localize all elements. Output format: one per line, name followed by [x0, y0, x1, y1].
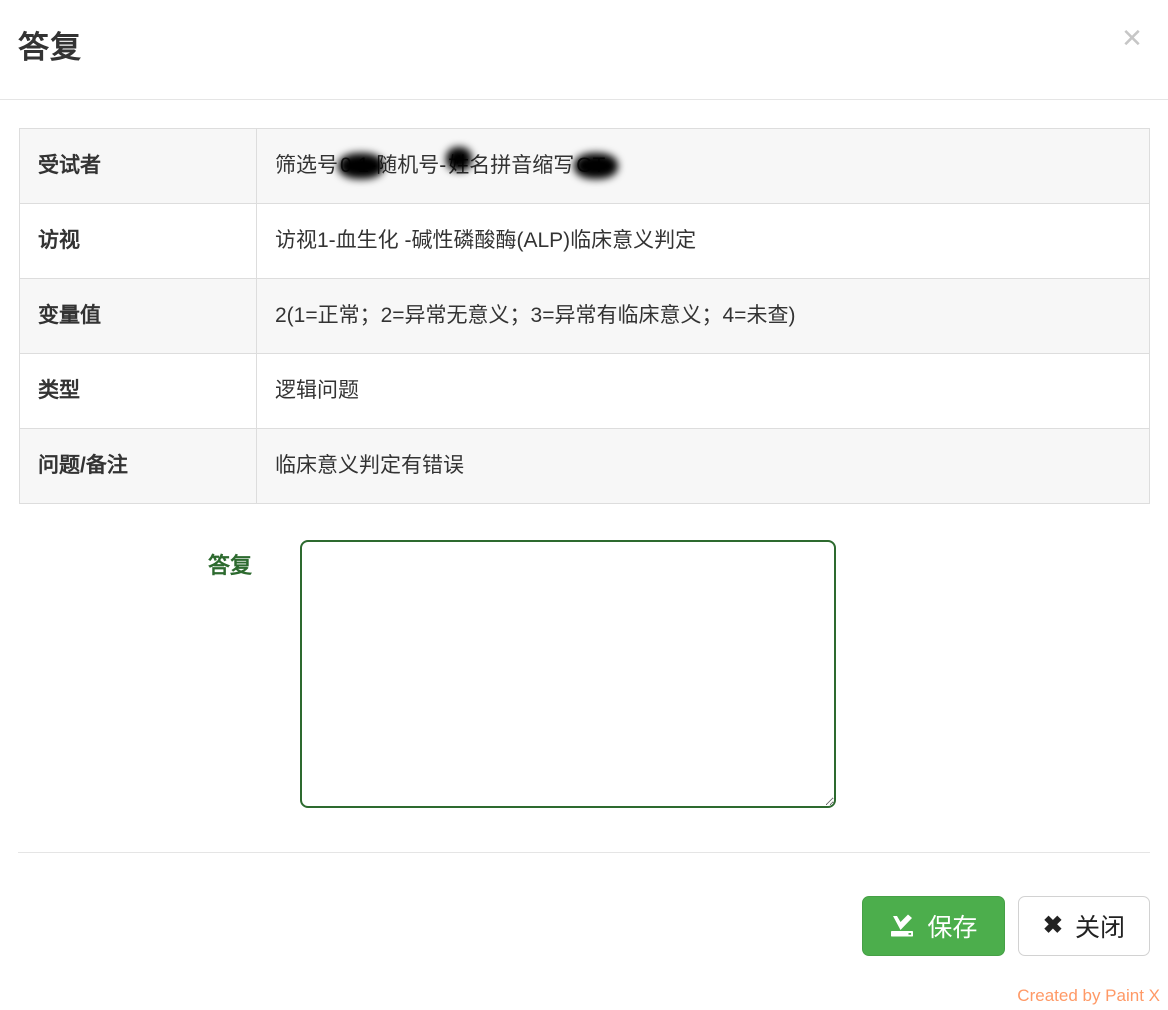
cancel-button[interactable]: ✖ 关闭	[1017, 896, 1150, 956]
redaction-mark	[446, 146, 473, 171]
page-title: 答复	[18, 30, 82, 65]
subject-info-table: 受试者 筛选号0⁠ 1-随机号-姓名拼音缩写GT 访视 访视1-血生化 -碱性磷…	[19, 128, 1150, 504]
subject-value-prefix: 筛选号	[275, 154, 338, 178]
save-icon	[889, 914, 915, 938]
close-icon[interactable]: ✕	[1116, 22, 1148, 54]
cancel-button-label: 关闭	[1074, 914, 1125, 942]
table-row: 问题/备注 临床意义判定有错误	[19, 428, 1150, 504]
table-row: 访视 访视1-血生化 -碱性磷酸酶(ALP)临床意义判定	[19, 203, 1150, 279]
row-label-subject: 受试者	[19, 128, 257, 204]
redaction-mark	[574, 152, 619, 179]
modal-footer: 保存 ✖ 关闭	[18, 852, 1150, 973]
row-value-subject: 筛选号0⁠ 1-随机号-姓名拼音缩写GT	[256, 128, 1150, 204]
watermark-text: Created by Paint X	[1017, 986, 1160, 1005]
row-value-type: 逻辑问题	[256, 353, 1150, 429]
row-label-variable-value: 变量值	[19, 278, 257, 354]
row-label-issue-remark: 问题/备注	[19, 428, 257, 504]
modal-body: 受试者 筛选号0⁠ 1-随机号-姓名拼音缩写GT 访视 访视1-血生化 -碱性磷…	[0, 128, 1168, 808]
row-value-variable-value: 2(1=正常；2=异常无意义；3=异常有临床意义；4=未查)	[256, 278, 1150, 354]
redaction-mark	[338, 152, 384, 179]
table-row: 受试者 筛选号0⁠ 1-随机号-姓名拼音缩写GT	[19, 128, 1150, 204]
reply-field-group: 答复	[0, 540, 1168, 808]
reply-label: 答复	[207, 553, 252, 578]
footer-button-group: 保存 ✖ 关闭	[861, 896, 1150, 956]
table-row: 变量值 2(1=正常；2=异常无意义；3=异常有临床意义；4=未查)	[19, 278, 1150, 354]
save-button[interactable]: 保存	[861, 896, 1005, 956]
table-row: 类型 逻辑问题	[19, 353, 1150, 429]
row-label-visit: 访视	[19, 203, 257, 279]
x-mark-icon: ✖	[1042, 912, 1063, 939]
modal-header: 答复 ✕	[0, 0, 1168, 100]
row-value-issue-remark: 临床意义判定有错误	[256, 428, 1150, 504]
reply-input[interactable]	[300, 540, 836, 808]
row-value-visit: 访视1-血生化 -碱性磷酸酶(ALP)临床意义判定	[256, 203, 1150, 279]
save-button-label: 保存	[927, 914, 978, 942]
row-label-type: 类型	[19, 353, 257, 429]
